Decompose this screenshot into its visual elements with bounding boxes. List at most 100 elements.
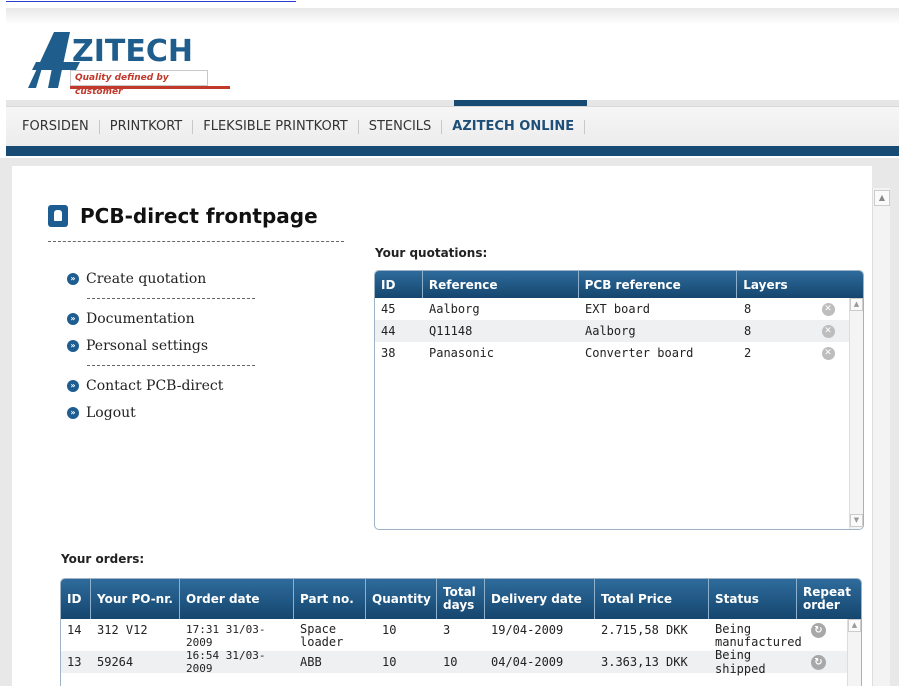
double-arrow-icon: »: [67, 273, 79, 285]
cell-total-price: 2.715,58 DKK: [601, 623, 688, 637]
user-icon: [48, 205, 68, 227]
col-id: ID: [61, 579, 91, 619]
nav-item-printkort[interactable]: PRINTKORT: [100, 120, 194, 134]
menu-divider: [87, 298, 255, 299]
col-total-days: Total days: [437, 579, 485, 619]
menu-create-quotation[interactable]: » Create quotation: [67, 268, 255, 290]
cell-pcb-reference: EXT board: [585, 302, 651, 316]
double-arrow-icon: »: [67, 340, 79, 352]
page-title: PCB-direct frontpage: [80, 204, 318, 228]
cell-layers: 8: [744, 302, 752, 316]
cell-status: Being shipped: [715, 648, 766, 676]
orders-table: ID Your PO-nr. Order date Part no. Quant…: [60, 578, 862, 686]
cell-layers: 2: [744, 346, 752, 360]
page-title-block: PCB-direct frontpage: [48, 204, 318, 228]
col-repeat-order: Repeat order: [803, 585, 851, 612]
menu-label: Create quotation: [86, 271, 207, 287]
scroll-up-icon[interactable]: ▲: [850, 298, 863, 311]
cell-part-no: Space loader: [300, 622, 344, 649]
logo-wordmark: ZITECH: [72, 34, 193, 69]
page-scrollbar[interactable]: ▲: [872, 188, 890, 686]
logo-tagline: Quality defined by customer: [70, 70, 208, 97]
menu-label: Personal settings: [86, 338, 209, 354]
cell-quantity: 10: [382, 655, 397, 669]
cell-total-price: 3.363,13 DKK: [601, 655, 688, 669]
col-part-no: Part no.: [294, 579, 366, 619]
quotations-scrollbar[interactable]: ▲ ▼: [849, 298, 863, 529]
col-id: ID: [375, 271, 423, 298]
menu-documentation[interactable]: » Documentation: [67, 308, 255, 330]
cell-po: 59264: [97, 655, 134, 669]
nav-item-forsiden[interactable]: FORSIDEN: [12, 120, 100, 134]
quotations-heading: Your quotations:: [375, 246, 488, 260]
azitech-logo[interactable]: ZITECH Quality defined by customer: [28, 32, 248, 97]
logo-underline: [70, 86, 230, 89]
cell-reference: Aalborg: [429, 302, 480, 316]
scroll-up-icon[interactable]: ▲: [848, 619, 861, 632]
table-header: ID Your PO-nr. Order date Part no. Quant…: [61, 579, 861, 619]
cell-order-date: 17:31 31/03-2009: [186, 623, 266, 649]
col-layers: Layers: [743, 277, 788, 292]
table-row[interactable]: 44 Q11148 Aalborg 8 ✕: [375, 320, 849, 342]
delete-icon[interactable]: ✕: [821, 324, 835, 338]
cell-reference: Q11148: [429, 324, 473, 338]
menu-contact[interactable]: » Contact PCB-direct: [67, 375, 255, 397]
cell-delivery-date: 19/04-2009: [491, 623, 564, 637]
cell-id: 38: [381, 346, 396, 360]
cell-part-no: ABB: [300, 655, 322, 669]
cell-id: 44: [381, 324, 396, 338]
cell-po: 312 V12: [97, 623, 148, 637]
title-divider: [48, 241, 344, 242]
repeat-order-icon[interactable]: ↻: [811, 654, 826, 670]
delete-icon[interactable]: ✕: [821, 302, 835, 316]
nav-item-stencils[interactable]: STENCILS: [359, 120, 443, 134]
nav-item-azitech-online[interactable]: AZITECH ONLINE: [442, 120, 586, 134]
cell-pcb-reference: Converter board: [585, 346, 694, 360]
cell-layers: 8: [744, 324, 752, 338]
cell-id: 14: [67, 623, 82, 637]
cell-total-days: 3: [443, 623, 451, 637]
table-row[interactable]: 38 Panasonic Converter board 2 ✕: [375, 342, 849, 364]
orders-heading: Your orders:: [61, 552, 145, 566]
cell-id: 13: [67, 655, 82, 669]
main-navigation: FORSIDEN PRINTKORT FLEKSIBLE PRINTKORT S…: [6, 100, 899, 158]
cell-delivery-date: 04/04-2009: [491, 655, 564, 669]
scroll-down-icon[interactable]: ▼: [850, 514, 863, 527]
menu-divider: [87, 365, 255, 366]
cell-id: 45: [381, 302, 396, 316]
site-header: ZITECH Quality defined by customer: [6, 8, 899, 100]
table-row[interactable]: 45 Aalborg EXT board 8 ✕: [375, 298, 849, 320]
col-status: Status: [709, 579, 797, 619]
col-total-price: Total Price: [595, 579, 709, 619]
cell-pcb-reference: Aalborg: [585, 324, 636, 338]
col-order-date: Order date: [180, 579, 294, 619]
col-po: Your PO-nr.: [91, 579, 180, 619]
table-header: ID Reference PCB reference Layers: [375, 271, 863, 298]
nav-bottom-bar: [6, 146, 899, 156]
col-quantity: Quantity: [366, 579, 437, 619]
table-row[interactable]: 14 312 V12 17:31 31/03-2009 Space loader…: [61, 619, 847, 651]
scroll-up-icon[interactable]: ▲: [874, 190, 890, 206]
top-link-underline: [6, 0, 296, 2]
cell-quantity: 10: [382, 623, 397, 637]
table-row[interactable]: 13 59264 16:54 31/03-2009 ABB 10 10 04/0…: [61, 648, 847, 676]
cell-total-days: 10: [443, 655, 458, 669]
delete-icon[interactable]: ✕: [821, 346, 835, 360]
repeat-order-icon[interactable]: ↻: [811, 623, 826, 638]
menu-label: Documentation: [86, 311, 195, 327]
double-arrow-icon: »: [67, 313, 79, 325]
double-arrow-icon: »: [67, 380, 79, 392]
col-pcb-reference: PCB reference: [579, 271, 738, 298]
orders-scrollbar[interactable]: ▲: [847, 619, 861, 686]
nav-item-fleksible-printkort[interactable]: FLEKSIBLE PRINTKORT: [193, 120, 359, 134]
quotations-table: ID Reference PCB reference Layers 45 Aal…: [374, 270, 864, 530]
col-reference: Reference: [423, 271, 579, 298]
menu-personal-settings[interactable]: » Personal settings: [67, 335, 255, 357]
cell-status: Being manufactured: [715, 622, 802, 649]
nav-bar: FORSIDEN PRINTKORT FLEKSIBLE PRINTKORT S…: [6, 106, 899, 146]
cell-reference: Panasonic: [429, 346, 495, 360]
cell-order-date: 16:54 31/03-2009: [186, 649, 266, 675]
menu-label: Logout: [86, 405, 136, 421]
menu-label: Contact PCB-direct: [86, 378, 224, 394]
menu-logout[interactable]: » Logout: [67, 402, 255, 424]
